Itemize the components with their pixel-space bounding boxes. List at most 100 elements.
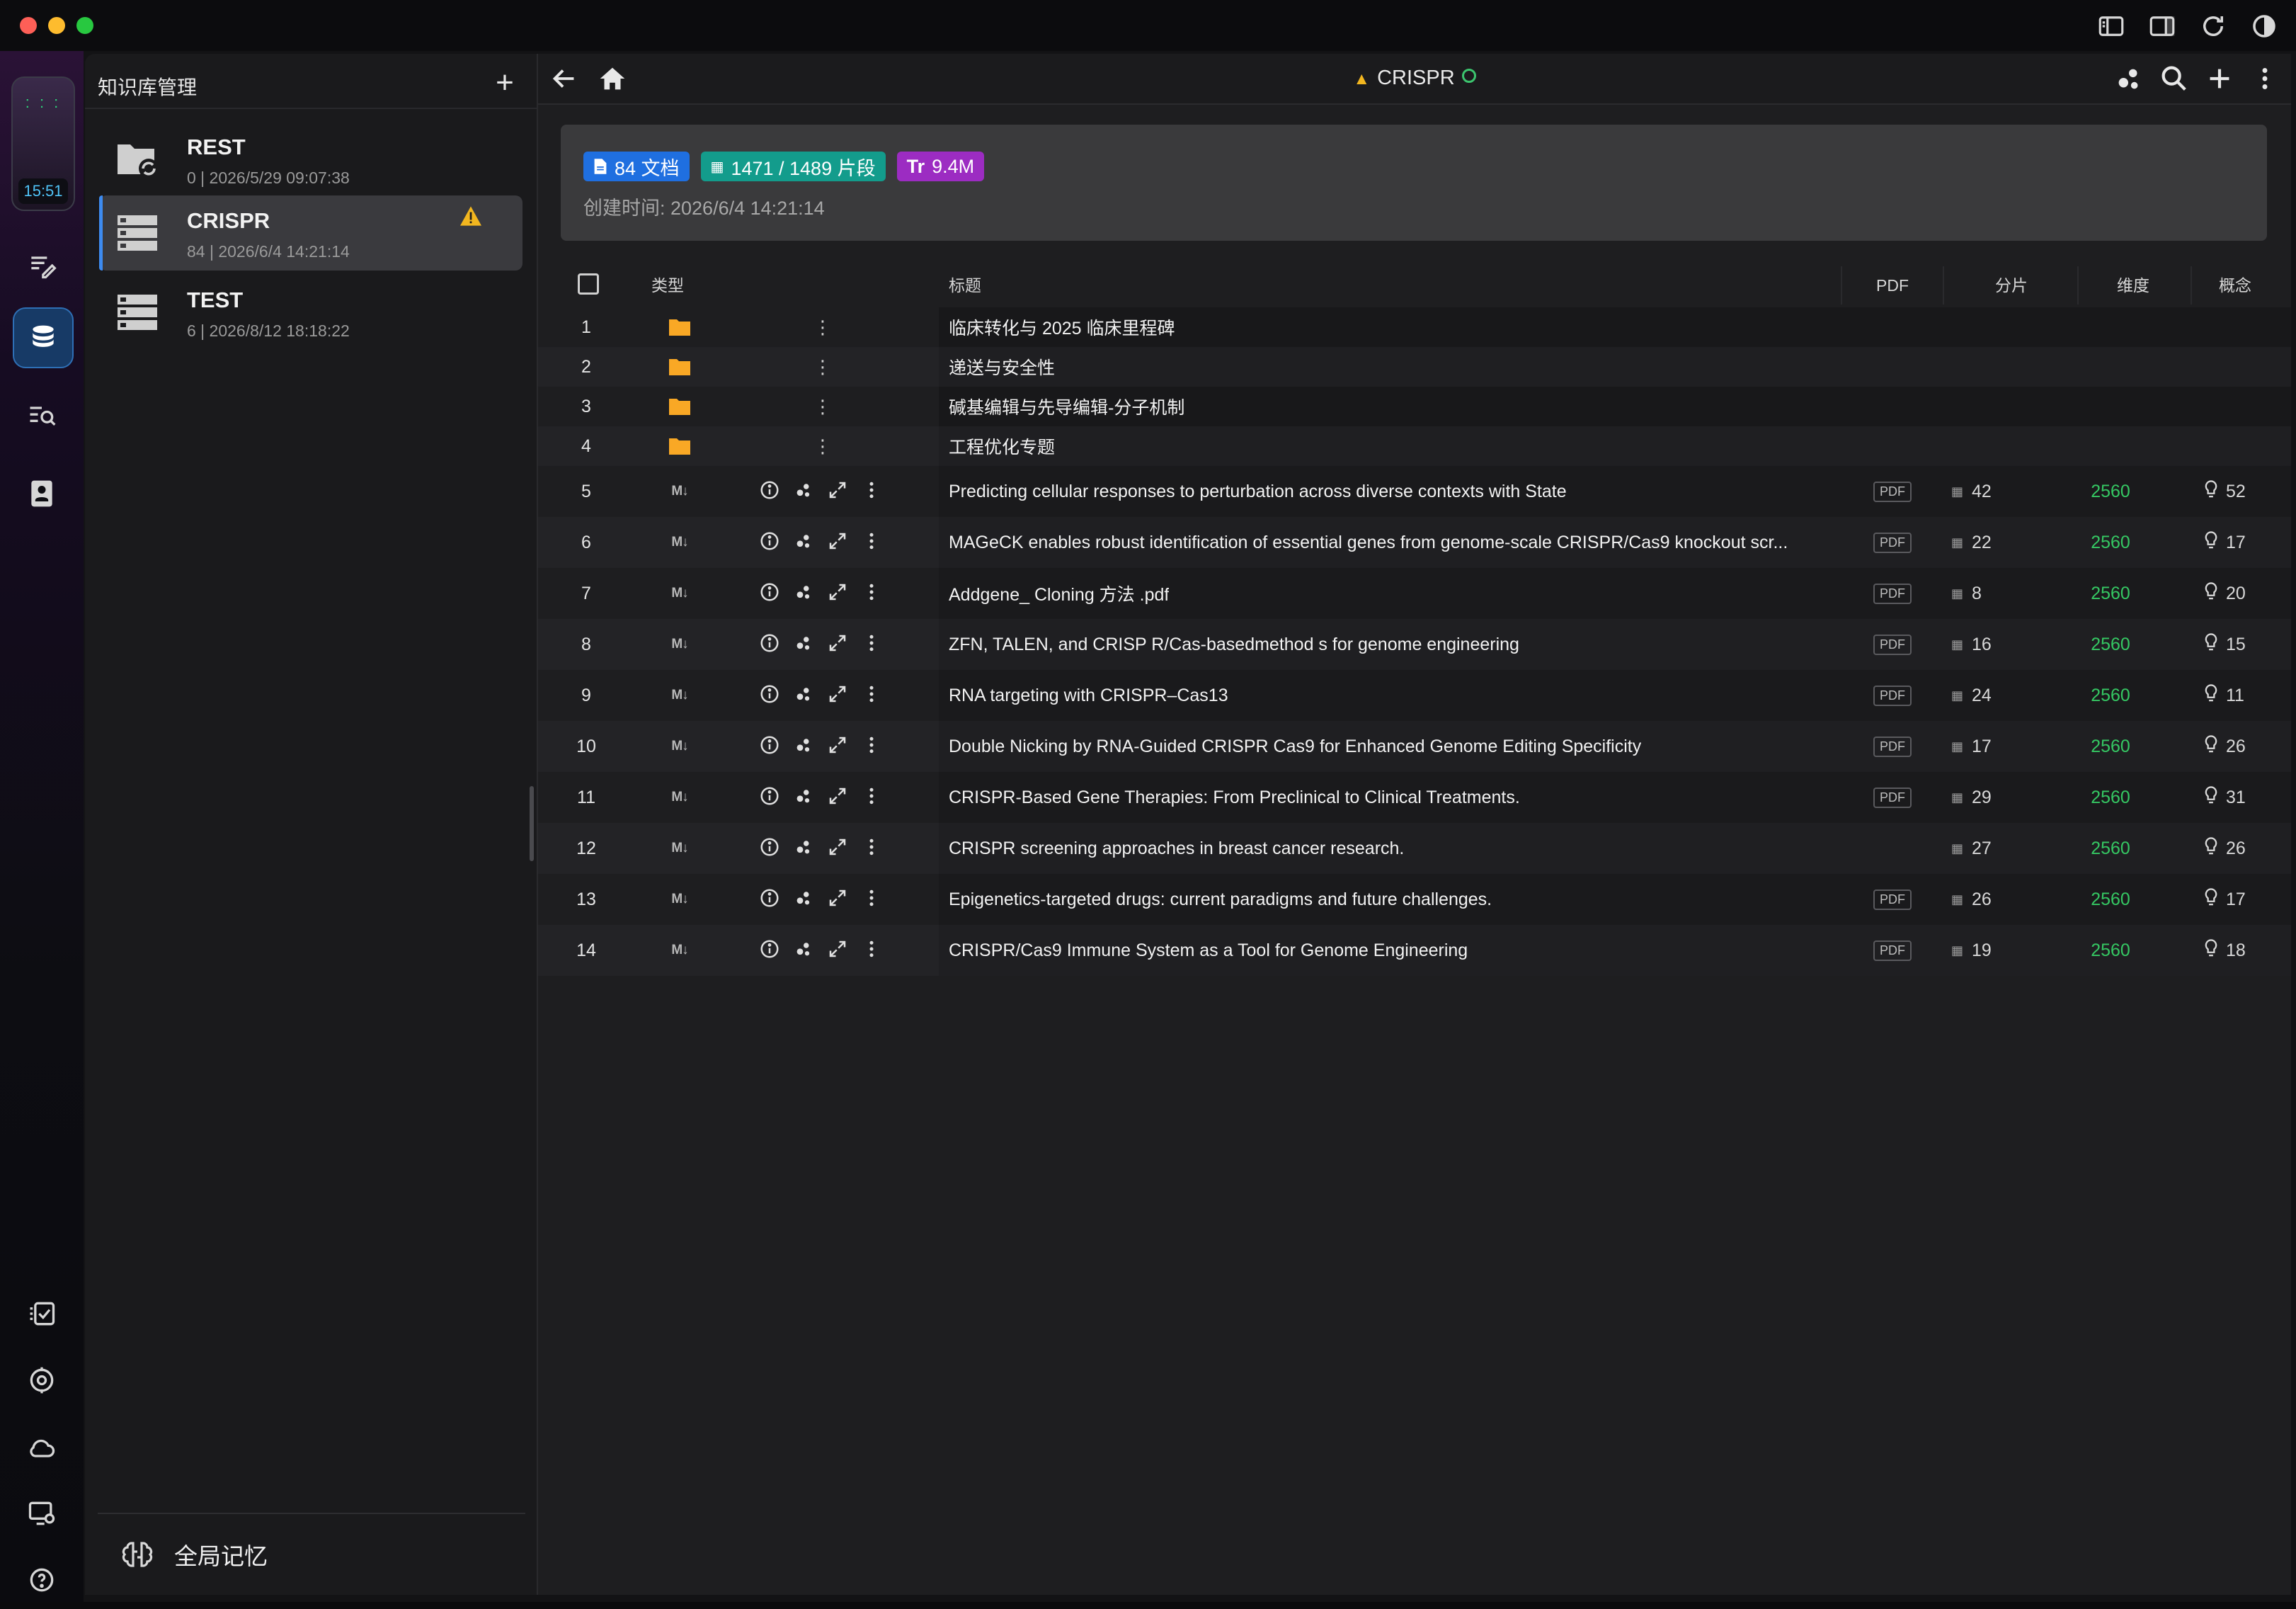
more-vertical-icon[interactable]: ⋮ bbox=[813, 426, 832, 466]
folder-title[interactable]: 递送与安全性 bbox=[949, 347, 1827, 387]
theme-contrast-icon[interactable] bbox=[2249, 11, 2279, 41]
sidebar-right-icon[interactable] bbox=[2147, 11, 2177, 41]
expand-icon[interactable] bbox=[827, 836, 851, 860]
column-header-segments[interactable]: 分片 bbox=[1995, 263, 2028, 307]
document-title[interactable]: MAGeCK enables robust identification of … bbox=[949, 517, 1827, 568]
add-knowledge-base-button[interactable]: + bbox=[487, 65, 522, 101]
document-title[interactable]: CRISPR/Cas9 Immune System as a Tool for … bbox=[949, 925, 1827, 976]
sidebar-left-icon[interactable] bbox=[2096, 11, 2126, 41]
more-vertical-icon[interactable] bbox=[861, 785, 885, 809]
graph-icon[interactable] bbox=[793, 938, 817, 962]
select-all-checkbox[interactable] bbox=[578, 273, 599, 295]
sidebar-resize-handle[interactable] bbox=[530, 786, 534, 861]
folder-title[interactable]: 工程优化专题 bbox=[949, 426, 1827, 466]
document-title[interactable]: RNA targeting with CRISPR–Cas13 bbox=[949, 670, 1827, 721]
notes-edit-icon[interactable] bbox=[13, 237, 71, 295]
graph-icon[interactable] bbox=[793, 632, 817, 656]
ai-settings-icon[interactable] bbox=[13, 1351, 71, 1409]
document-row[interactable]: 9 M↓ RNA targeting with CRISPR–Cas13 PDF ▦ 24… bbox=[538, 670, 2291, 721]
info-icon[interactable] bbox=[759, 938, 783, 962]
folder-row[interactable]: 2 ⋮ 递送与安全性 bbox=[538, 347, 2291, 387]
screen-settings-icon[interactable] bbox=[13, 1484, 71, 1542]
contact-book-icon[interactable] bbox=[13, 465, 71, 523]
document-row[interactable]: 10 M↓ Double Nicking by RNA-Guided CRISPR … bbox=[538, 721, 2291, 772]
pdf-badge[interactable]: PDF bbox=[1873, 532, 1912, 553]
graph-icon[interactable] bbox=[2113, 62, 2145, 95]
info-icon[interactable] bbox=[759, 479, 783, 504]
folder-title[interactable]: 临床转化与 2025 临床里程碑 bbox=[949, 307, 1827, 347]
more-vertical-icon[interactable] bbox=[861, 836, 885, 860]
graph-icon[interactable] bbox=[793, 530, 817, 555]
folder-row[interactable]: 4 ⋮ 工程优化专题 bbox=[538, 426, 2291, 466]
graph-icon[interactable] bbox=[793, 887, 817, 911]
expand-icon[interactable] bbox=[827, 581, 851, 605]
kb-item-crispr[interactable]: CRISPR 84 | 2026/6/4 14:21:14 bbox=[99, 195, 522, 271]
search-list-icon[interactable] bbox=[13, 387, 71, 445]
expand-icon[interactable] bbox=[827, 632, 851, 656]
info-icon[interactable] bbox=[759, 683, 783, 707]
add-icon[interactable] bbox=[2203, 62, 2236, 95]
column-header-title[interactable]: 标题 bbox=[949, 263, 981, 307]
document-row[interactable]: 11 M↓ CRISPR-Based Gene Therapies: From Pr… bbox=[538, 772, 2291, 823]
more-vertical-icon[interactable] bbox=[2249, 62, 2281, 95]
folder-row[interactable]: 1 ⋮ 临床转化与 2025 临床里程碑 bbox=[538, 307, 2291, 347]
maximize-window-button[interactable] bbox=[76, 17, 93, 34]
more-vertical-icon[interactable] bbox=[861, 632, 885, 656]
more-vertical-icon[interactable]: ⋮ bbox=[813, 347, 832, 387]
info-icon[interactable] bbox=[759, 785, 783, 809]
pdf-badge[interactable]: PDF bbox=[1873, 940, 1912, 961]
expand-icon[interactable] bbox=[827, 887, 851, 911]
folder-row[interactable]: 3 ⋮ 碱基编辑与先导编辑-分子机制 bbox=[538, 387, 2291, 426]
document-title[interactable]: Double Nicking by RNA-Guided CRISPR Cas9… bbox=[949, 721, 1827, 772]
graph-icon[interactable] bbox=[793, 785, 817, 809]
column-header-pdf[interactable]: PDF bbox=[1876, 263, 1909, 307]
document-row[interactable]: 13 M↓ Epigenetics-targeted drugs: current … bbox=[538, 874, 2291, 925]
document-row[interactable]: 6 M↓ MAGeCK enables robust identification … bbox=[538, 517, 2291, 568]
document-title[interactable]: Addgene_ Cloning 方法 .pdf bbox=[949, 568, 1827, 619]
close-window-button[interactable] bbox=[20, 17, 37, 34]
pdf-badge[interactable]: PDF bbox=[1873, 481, 1912, 502]
clock-widget[interactable]: : : : 15:51 bbox=[11, 76, 75, 211]
checklist-icon[interactable] bbox=[13, 1285, 71, 1343]
more-vertical-icon[interactable] bbox=[861, 530, 885, 555]
search-icon[interactable] bbox=[2158, 62, 2191, 95]
column-header-dimension[interactable]: 维度 bbox=[2117, 263, 2149, 307]
expand-icon[interactable] bbox=[827, 479, 851, 504]
minimize-window-button[interactable] bbox=[48, 17, 65, 34]
graph-icon[interactable] bbox=[793, 683, 817, 707]
pdf-badge[interactable]: PDF bbox=[1873, 787, 1912, 808]
pdf-badge[interactable]: PDF bbox=[1873, 736, 1912, 757]
global-memory-button[interactable]: 全局记忆 bbox=[120, 1530, 268, 1579]
column-header-concept[interactable]: 概念 bbox=[2219, 263, 2251, 307]
info-icon[interactable] bbox=[759, 530, 783, 555]
expand-icon[interactable] bbox=[827, 785, 851, 809]
graph-icon[interactable] bbox=[793, 479, 817, 504]
more-vertical-icon[interactable] bbox=[861, 734, 885, 758]
kb-item-rest[interactable]: REST 0 | 2026/5/29 09:07:38 bbox=[99, 122, 522, 197]
document-row[interactable]: 14 M↓ CRISPR/Cas9 Immune System as a Tool … bbox=[538, 925, 2291, 976]
folder-title[interactable]: 碱基编辑与先导编辑-分子机制 bbox=[949, 387, 1827, 426]
expand-icon[interactable] bbox=[827, 938, 851, 962]
pdf-badge[interactable]: PDF bbox=[1873, 889, 1912, 910]
document-title[interactable]: Epigenetics-targeted drugs: current para… bbox=[949, 874, 1827, 925]
pdf-badge[interactable]: PDF bbox=[1873, 685, 1912, 706]
info-icon[interactable] bbox=[759, 734, 783, 758]
cloud-icon[interactable] bbox=[13, 1419, 71, 1477]
document-title[interactable]: ZFN, TALEN, and CRISP R/Cas-basedmethod … bbox=[949, 619, 1827, 670]
graph-icon[interactable] bbox=[793, 734, 817, 758]
more-vertical-icon[interactable] bbox=[861, 581, 885, 605]
more-vertical-icon[interactable]: ⋮ bbox=[813, 387, 832, 426]
database-icon[interactable] bbox=[13, 307, 74, 368]
more-vertical-icon[interactable]: ⋮ bbox=[813, 307, 832, 347]
info-icon[interactable] bbox=[759, 632, 783, 656]
document-row[interactable]: 5 M↓ Predicting cellular responses to pert… bbox=[538, 466, 2291, 517]
expand-icon[interactable] bbox=[827, 734, 851, 758]
document-title[interactable]: CRISPR screening approaches in breast ca… bbox=[949, 823, 1827, 874]
more-vertical-icon[interactable] bbox=[861, 938, 885, 962]
document-row[interactable]: 12 M↓ CRISPR screening approaches in breas… bbox=[538, 823, 2291, 874]
more-vertical-icon[interactable] bbox=[861, 887, 885, 911]
more-vertical-icon[interactable] bbox=[861, 683, 885, 707]
kb-item-test[interactable]: TEST 6 | 2026/8/12 18:18:22 bbox=[99, 275, 522, 350]
help-icon[interactable] bbox=[13, 1551, 71, 1609]
document-title[interactable]: CRISPR-Based Gene Therapies: From Precli… bbox=[949, 772, 1827, 823]
